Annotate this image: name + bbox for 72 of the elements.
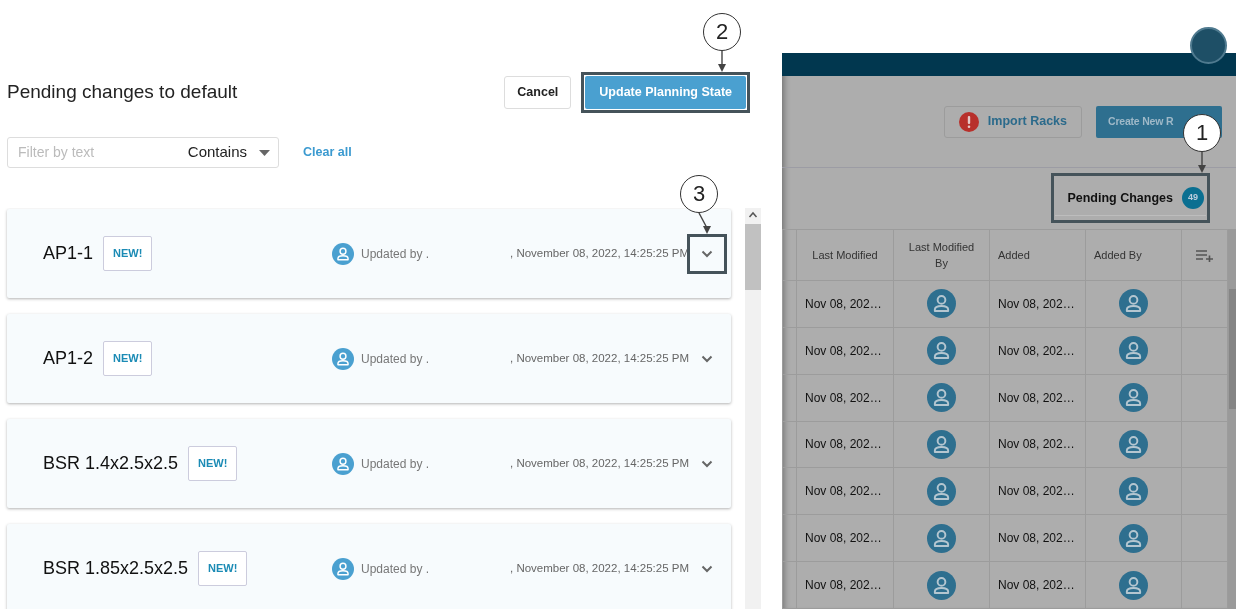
user-avatar-icon [1119,476,1148,506]
table-cell: Nov 08, 202… [989,467,1086,515]
table-cell: Nov 08, 202… [796,374,894,422]
chevron-down-icon [701,564,713,573]
user-avatar-icon [927,523,956,553]
chevron-down-icon [701,249,713,258]
timestamp: , November 08, 2022, 14:25:25 PM [509,350,689,366]
table-cell: Nov 08, 202… [989,561,1086,609]
table-cell: Nov 08, 202… [989,514,1086,562]
warning-icon [958,111,979,132]
pending-changes-tab[interactable]: Pending Changes 49 [1055,181,1206,216]
user-avatar-icon [1119,289,1148,319]
user-avatar-icon [1119,523,1148,553]
user-avatar-icon [1119,383,1148,413]
table-cell: Nov 08, 202… [989,280,1086,328]
new-badge: NEW! [103,341,153,376]
table-cell: Nov 08, 202… [989,374,1086,422]
column-header[interactable]: Added By [1085,229,1182,281]
table-cell: Nov 08, 202… [796,561,894,609]
user-avatar-icon [927,429,956,459]
user-avatar-icon [1119,429,1148,459]
new-badge: NEW! [188,446,238,481]
table-cell: Nov 08, 202… [796,280,894,328]
table-cell: Nov 08, 202… [796,467,894,515]
caret-icon [259,149,270,156]
item-name: BSR 1.85x2.5x2.5 [43,557,189,580]
user-avatar-icon [332,452,354,475]
table-cell: Nov 08, 202… [796,327,894,375]
user-avatar-icon [927,383,956,413]
user-avatar-icon [332,347,354,370]
add-column-icon[interactable] [1196,249,1213,262]
updated-by-text: Updated by . [361,350,430,368]
panel-title: Pending changes to default [7,81,239,104]
user-avatar-icon [927,336,956,366]
item-name: AP1-2 [43,347,94,370]
callout-arrow [1198,151,1206,174]
new-badge: NEW! [103,236,153,271]
table-cell: Nov 08, 202… [796,421,894,468]
user-avatar-icon [927,570,956,600]
clear-all-link[interactable]: Clear all [303,143,352,162]
table-cell: Nov 08, 202… [796,514,894,562]
item-name: BSR 1.4x2.5x2.5 [43,452,179,475]
column-header[interactable]: Last Modified [796,229,894,281]
user-avatar-icon [927,476,956,506]
updated-by-text: Updated by . [361,245,430,263]
user-avatar-icon [1119,336,1148,366]
updated-by-text: Updated by . [361,560,430,578]
column-header[interactable]: Last Modified By [893,229,990,281]
new-badge: NEW! [198,551,248,586]
cancel-button[interactable]: Cancel [504,76,572,109]
filter-field[interactable]: Filter by text Contains [7,137,279,168]
user-avatar-icon [1119,570,1148,600]
callout-arrow [718,50,726,72]
callout-arrow [698,211,711,234]
table-cell: Nov 08, 202… [989,421,1086,468]
chevron-down-icon [701,354,713,363]
timestamp: , November 08, 2022, 14:25:25 PM [509,560,689,576]
operator-select[interactable]: Contains [166,141,259,164]
user-avatar-icon [332,242,354,265]
table-scrollbar[interactable] [1228,229,1236,609]
user-avatar-icon [927,289,956,319]
timestamp: , November 08, 2022, 14:25:25 PM [509,455,689,471]
table-cell: Nov 08, 202… [989,327,1086,375]
chevron-down-icon [701,459,713,468]
column-header[interactable]: Added [989,229,1086,281]
user-avatar-icon [332,557,354,580]
scroll-thumb[interactable] [745,224,761,290]
highlight-frame [687,233,727,274]
updated-by-text: Updated by . [361,455,430,473]
count-badge: 49 [1182,187,1204,209]
item-name: AP1-1 [43,242,94,265]
scrollbar[interactable] [745,208,761,609]
